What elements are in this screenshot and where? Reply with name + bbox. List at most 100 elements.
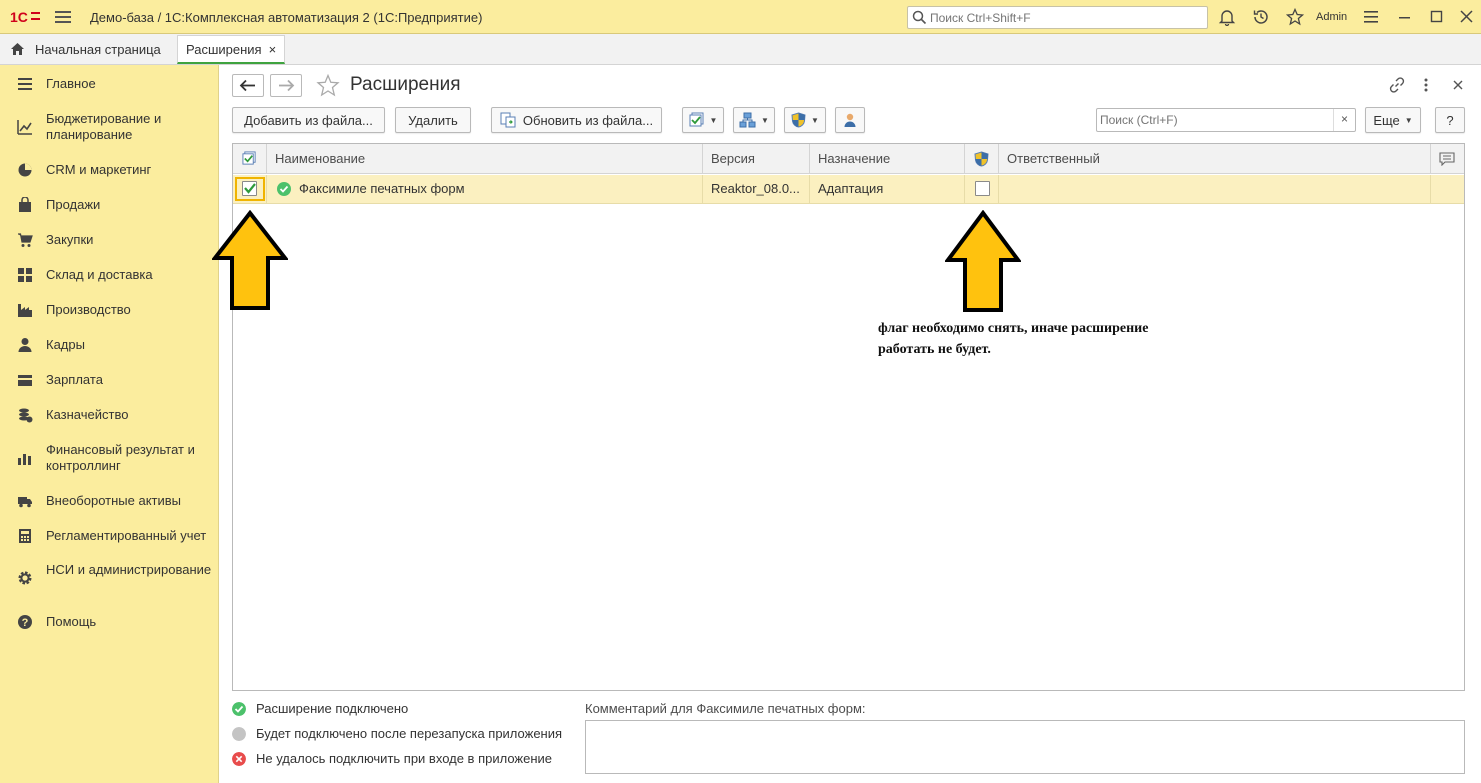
link-icon[interactable] [1388,76,1406,94]
sidebar-item-label: Склад и доставка [46,267,153,282]
sidebar-item-main[interactable]: Главное [0,74,219,94]
favorites-star-icon[interactable] [1286,8,1304,26]
tab-extensions[interactable]: Расширения × [177,35,285,64]
dropdown-arrow-icon: ▼ [709,115,718,125]
list-search-field[interactable]: × [1096,108,1356,132]
sidebar-item-hr[interactable]: Кадры [0,335,219,355]
column-safe-mode[interactable] [965,144,999,174]
sidebar-item-budgeting[interactable]: Бюджетирование и планирование [0,110,219,144]
sidebar-item-production[interactable]: Производство [0,300,219,320]
comment-icon [1439,152,1455,167]
column-name[interactable]: Наименование [267,144,703,174]
column-version[interactable]: Версия [703,144,810,174]
cell-responsible [999,175,1431,203]
update-from-file-button[interactable]: Обновить из файла... [491,107,662,133]
sidebar-item-sales[interactable]: Продажи [0,195,219,215]
cell-safe-mode [965,175,999,203]
tab-extensions-label: Расширения [186,41,262,57]
sidebar-item-financial-result[interactable]: Финансовый результат и контроллинг [0,441,219,475]
help-button[interactable]: ? [1435,107,1465,133]
list-search-input[interactable] [1100,112,1330,128]
sidebar-item-label: Финансовый результат и контроллинг [46,442,195,473]
annotation-arrow-safe-mode [945,210,1021,312]
structure-menu-button[interactable]: ▼ [733,107,775,133]
sidebar-item-purchases[interactable]: Закупки [0,230,219,250]
bar-chart-icon [18,454,31,465]
column-comment[interactable] [1431,144,1464,174]
legend-after-restart: Будет подключено после перезапуска прило… [232,726,562,741]
cell-purpose: Адаптация [810,175,965,203]
main-menu-icon[interactable] [55,11,71,23]
menu-icon [18,78,32,90]
annotation-note: флаг необходимо снять, иначе расширение … [878,321,1149,357]
table-row[interactable]: Факсимиле печатных форм Reaktor_08.0... … [233,175,1464,204]
minimize-icon[interactable] [1396,8,1414,26]
dropdown-arrow-icon: ▼ [811,115,819,125]
structure-icon [739,112,756,128]
more-vertical-icon[interactable] [1420,76,1432,94]
sidebar-item-label: Внеоборотные активы [46,493,182,508]
grid-icon [18,268,32,282]
maximize-icon[interactable] [1428,8,1446,26]
forward-button[interactable] [270,74,302,97]
global-search-field[interactable] [907,6,1208,29]
main-content: Расширения Добавить из файла... Удалить … [220,65,1481,783]
sidebar-item-treasury[interactable]: Казначейство [0,405,219,425]
chart-icon [17,120,32,135]
add-from-file-button[interactable]: Добавить из файла... [232,107,385,133]
active-checkbox[interactable] [242,181,257,196]
activate-menu-button[interactable]: ▼ [682,107,724,133]
comment-label: Комментарий для Факсимиле печатных форм: [585,701,866,716]
column-active[interactable] [233,144,267,174]
sidebar-item-regulated-accounting[interactable]: Регламентированный учет [0,526,219,546]
history-icon[interactable] [1252,8,1270,26]
bell-icon[interactable] [1218,8,1236,26]
column-responsible[interactable]: Ответственный [999,144,1431,174]
sidebar-item-admin[interactable]: НСИ и администрирование [0,561,219,595]
status-error-icon [232,751,246,766]
page-title: Расширения [350,74,461,95]
comment-textarea[interactable] [585,720,1465,774]
shield-icon [791,112,806,128]
search-icon [912,10,927,25]
sidebar-item-help[interactable]: ? Помощь [0,612,219,632]
back-button[interactable] [232,74,264,97]
tabs-bar: Начальная страница Расширения × [0,34,1481,65]
legend-after-restart-label: Будет подключено после перезапуска прило… [256,726,563,741]
dropdown-arrow-icon: ▼ [761,115,769,125]
more-button[interactable]: Еще ▼ [1365,107,1421,133]
settings-menu-icon[interactable] [1362,8,1380,26]
delete-button[interactable]: Удалить [395,107,471,133]
tab-close-icon[interactable]: × [269,42,277,57]
sidebar-item-warehouse[interactable]: Склад и доставка [0,265,219,285]
update-from-file-label: Обновить из файла... [522,112,654,128]
sidebar-item-label: Зарплата [46,372,103,387]
1c-logo[interactable]: 1С [10,9,42,25]
favorite-star-icon[interactable] [316,74,340,97]
cart-icon [18,233,33,247]
column-purpose[interactable]: Назначение [810,144,965,174]
sidebar-item-label: Закупки [46,232,94,247]
tab-home[interactable]: Начальная страница [0,34,171,64]
legend-connected: Расширение подключено [232,701,408,716]
update-file-icon [500,112,516,128]
dropdown-arrow-icon: ▼ [1404,115,1413,125]
sidebar-item-fixed-assets[interactable]: Внеоборотные активы [0,491,219,511]
cell-version: Reaktor_08.0... [703,175,810,203]
user-name[interactable]: Admin [1316,11,1347,23]
close-form-icon[interactable] [1450,76,1466,94]
global-search-input[interactable] [930,9,1200,26]
sidebar-item-label: Регламентированный учет [46,528,207,543]
sidebar-item-label: Казначейство [46,407,129,422]
cell-comment [1431,175,1464,203]
sidebar: Главное Бюджетирование и планирование CR… [0,65,219,783]
close-window-icon[interactable] [1458,8,1476,26]
clear-search-icon[interactable]: × [1333,109,1355,131]
sidebar-item-crm[interactable]: CRM и маркетинг [0,160,219,180]
responsible-button[interactable] [835,107,865,133]
sidebar-item-label: CRM и маркетинг [46,162,152,177]
safe-mode-checkbox[interactable] [975,181,990,196]
home-icon [11,43,24,55]
sidebar-item-salary[interactable]: Зарплата [0,370,219,390]
safe-mode-menu-button[interactable]: ▼ [784,107,826,133]
